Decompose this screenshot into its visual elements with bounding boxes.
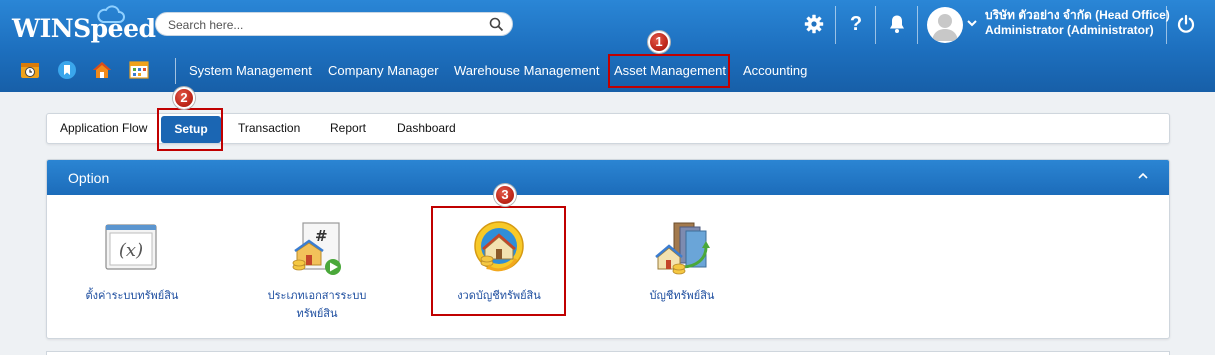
option-panel: Option (x) ตั้งค่าระบบทรัพย์สิน # ประเภท… [46, 159, 1170, 339]
chevron-down-icon[interactable] [966, 18, 978, 28]
next-panel-edge [46, 351, 1170, 355]
option-asset-account[interactable]: บัญชีทรัพย์สิน [617, 215, 747, 315]
option-asset-settings[interactable]: (x) ตั้งค่าระบบทรัพย์สิน [67, 215, 197, 315]
option-label-line1: ประเภทเอกสารระบบ [267, 289, 367, 302]
header-divider [835, 6, 836, 44]
document-type-icon: # [292, 222, 341, 275]
clock-icon[interactable] [20, 60, 40, 80]
header-divider [1166, 6, 1167, 44]
step-badge-1: 1 [648, 31, 670, 53]
company-name: บริษัท ตัวอย่าง จำกัด (Head Office) [985, 8, 1170, 22]
header-divider [875, 6, 876, 44]
option-document-types[interactable]: # ประเภทเอกสารระบบ ทรัพย์สิน [252, 215, 382, 325]
header-divider [917, 6, 918, 44]
calendar-icon[interactable] [129, 60, 149, 80]
search-box[interactable] [155, 12, 513, 36]
highlight-asset-management [608, 54, 730, 88]
help-icon[interactable]: ? [845, 12, 867, 36]
option-label-line2: ทรัพย์สิน [296, 307, 338, 320]
bell-icon[interactable] [886, 12, 908, 36]
panel-header[interactable]: Option [47, 160, 1169, 195]
menu-warehouse-management[interactable]: Warehouse Management [454, 63, 600, 78]
menu-divider [175, 58, 176, 84]
menu-accounting[interactable]: Accounting [743, 63, 807, 78]
search-input[interactable] [168, 16, 478, 33]
settings-icon[interactable] [803, 12, 825, 36]
tab-report[interactable]: Report [330, 114, 366, 143]
highlight-setup-tab [157, 108, 223, 151]
function-settings-icon: (x) [105, 224, 157, 270]
highlight-accounting-period [431, 206, 566, 316]
panel-title: Option [68, 170, 110, 186]
search-icon[interactable] [489, 17, 504, 32]
avatar[interactable] [927, 7, 963, 43]
option-label: บัญชีทรัพย์สิน [649, 289, 715, 302]
menu-company-manager[interactable]: Company Manager [328, 63, 439, 78]
tab-transaction[interactable]: Transaction [238, 114, 300, 143]
svg-text:(x): (x) [119, 240, 143, 261]
power-icon[interactable] [1175, 12, 1197, 36]
tab-application-flow[interactable]: Application Flow [60, 114, 147, 143]
step-badge-2: 2 [173, 87, 195, 109]
step-badge-3: 3 [494, 184, 516, 206]
user-name: Administrator (Administrator) [985, 23, 1154, 37]
asset-account-icon [655, 222, 710, 275]
app-logo: WINSpeed [12, 14, 156, 43]
option-label: ตั้งค่าระบบทรัพย์สิน [85, 289, 179, 302]
tab-dashboard[interactable]: Dashboard [397, 114, 456, 143]
svg-text:#: # [315, 227, 328, 245]
cloud-icon [97, 5, 125, 23]
bookmark-icon[interactable] [57, 60, 77, 80]
home-icon[interactable] [92, 60, 112, 80]
menu-system-management[interactable]: System Management [189, 63, 312, 78]
chevron-up-icon[interactable] [1137, 171, 1149, 181]
user-info: บริษัท ตัวอย่าง จำกัด (Head Office) Admi… [985, 8, 1170, 38]
